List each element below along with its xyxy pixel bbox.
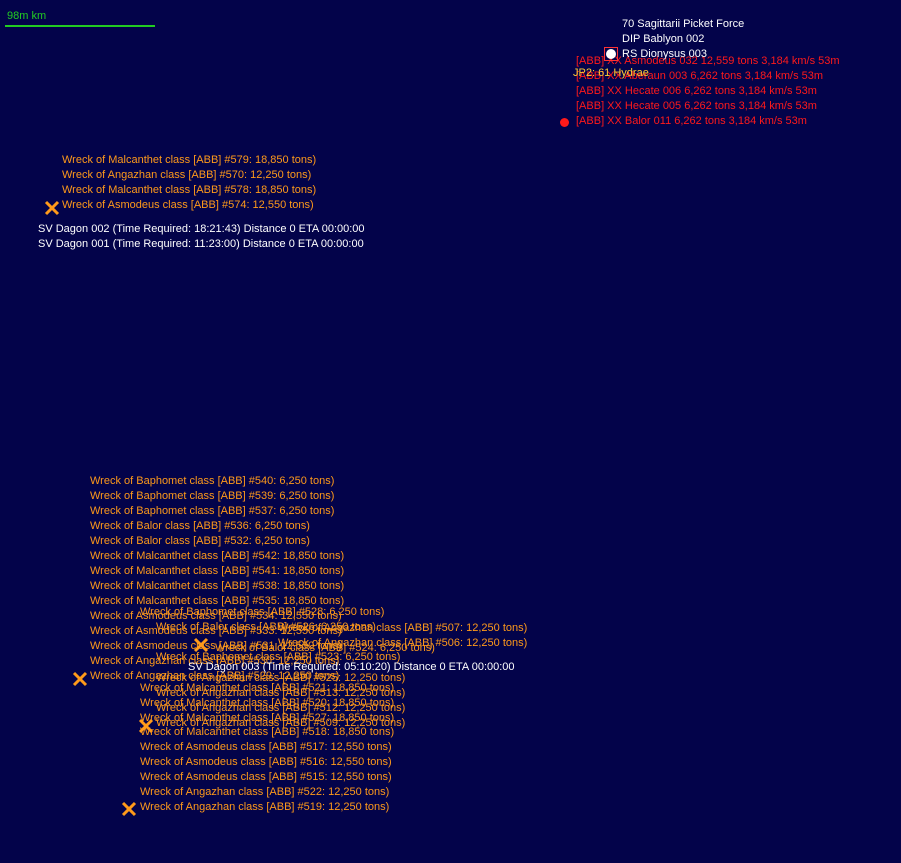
wreck-label[interactable]: Wreck of Angazhan class [ABB] #506: 12,2… (278, 636, 527, 651)
fleet-label[interactable]: DIP Bablyon 002 (622, 32, 704, 47)
wreck-label[interactable]: Wreck of Malcanthet class [ABB] #578: 18… (62, 183, 316, 198)
wreck-label[interactable]: Wreck of Baphomet class [ABB] #528: 6,25… (140, 605, 384, 620)
wreck-label[interactable]: Wreck of Angazhan class [ABB] #519: 12,2… (140, 800, 389, 815)
wreck-label[interactable]: Wreck of Asmodeus class [ABB] #515: 12,5… (140, 770, 392, 785)
fleet-label[interactable]: 70 Sagittarii Picket Force (622, 17, 744, 32)
hostile-contact-label[interactable]: [ABB] XX Balor 011 6,262 tons 3,184 km/s… (576, 114, 807, 129)
wreck-label[interactable]: Wreck of Angazhan class [ABB] #507: 12,2… (278, 621, 527, 636)
wreck-label[interactable]: Wreck of Malcanthet class [ABB] #579: 18… (62, 153, 316, 168)
wreck-label[interactable]: Wreck of Angazhan class [ABB] #570: 12,2… (62, 168, 311, 183)
hostile-contact-label[interactable]: [ABB] XX Hecate 006 6,262 tons 3,184 km/… (576, 84, 817, 99)
scale-bar (5, 25, 155, 27)
jump-point-label[interactable]: JP2: 61 Hydrae (573, 66, 649, 81)
wreck-label[interactable]: Wreck of Malcanthet class [ABB] #542: 18… (90, 549, 344, 564)
friendly-fleet-icon[interactable] (606, 49, 616, 59)
wreck-icon[interactable] (72, 671, 88, 687)
hostile-contact-label[interactable]: [ABB] XX Hecate 005 6,262 tons 3,184 km/… (576, 99, 817, 114)
wreck-label[interactable]: Wreck of Angazhan class [ABB] #522: 12,2… (140, 785, 389, 800)
wreck-label[interactable]: Wreck of Malcanthet class [ABB] #518: 18… (140, 725, 394, 740)
wreck-label[interactable]: Wreck of Balor class [ABB] #532: 6,250 t… (90, 534, 310, 549)
wreck-icon[interactable] (193, 637, 209, 653)
fleet-label[interactable]: RS Dionysus 003 (622, 47, 707, 62)
wreck-label[interactable]: Wreck of Malcanthet class [ABB] #541: 18… (90, 564, 344, 579)
ship-label[interactable]: SV Dagon 002 (Time Required: 18:21:43) D… (38, 222, 365, 237)
wreck-label[interactable]: Wreck of Baphomet class [ABB] #537: 6,25… (90, 504, 334, 519)
wreck-label[interactable]: Wreck of Asmodeus class [ABB] #516: 12,5… (140, 755, 392, 770)
wreck-icon[interactable] (44, 200, 60, 216)
wreck-label[interactable]: Wreck of Baphomet class [ABB] #539: 6,25… (90, 489, 334, 504)
ship-label[interactable]: SV Dagon 003 (Time Required: 05:10:20) D… (188, 660, 515, 675)
ship-label[interactable]: SV Dagon 001 (Time Required: 11:23:00) D… (38, 237, 364, 252)
wreck-label[interactable]: Wreck of Malcanthet class [ABB] #538: 18… (90, 579, 344, 594)
wreck-label[interactable]: Wreck of Asmodeus class [ABB] #574: 12,5… (62, 198, 314, 213)
wreck-label[interactable]: Wreck of Baphomet class [ABB] #540: 6,25… (90, 474, 334, 489)
wreck-label[interactable]: Wreck of Balor class [ABB] #536: 6,250 t… (90, 519, 310, 534)
wreck-label[interactable]: Wreck of Asmodeus class [ABB] #517: 12,5… (140, 740, 392, 755)
wreck-icon[interactable] (121, 801, 137, 817)
hostile-contact-icon[interactable] (560, 118, 569, 127)
scale-label: 98m km (7, 10, 47, 22)
